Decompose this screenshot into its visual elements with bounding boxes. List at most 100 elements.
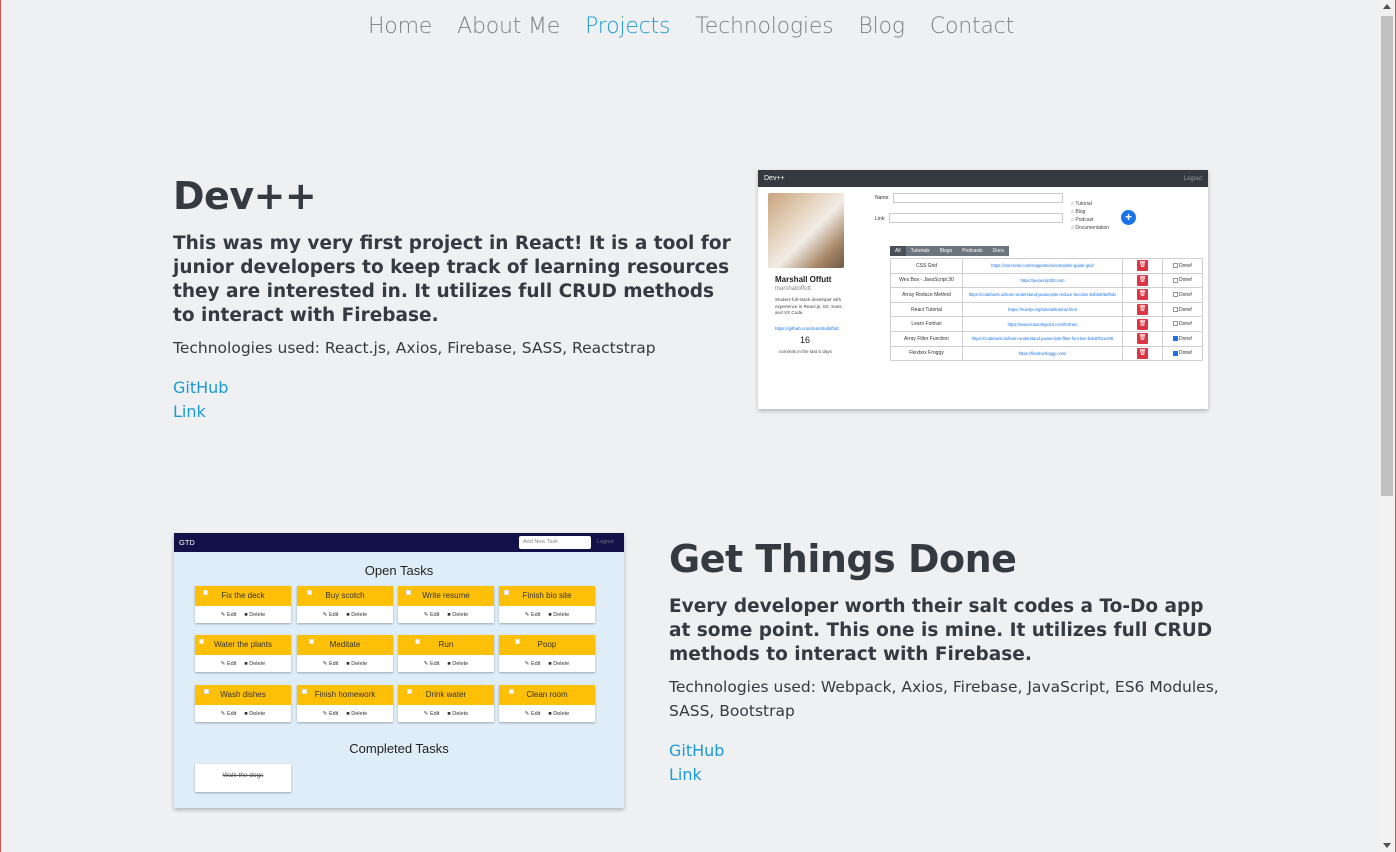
delete-button: ■ Delete — [346, 611, 368, 618]
resource-title: CSS Grid — [890, 258, 963, 274]
task-actions: ✎ Edit ■ Delete — [499, 606, 595, 623]
delete-button: ■ Delete — [548, 611, 570, 618]
task-actions: ✎ Edit ■ Delete — [297, 606, 393, 623]
trash-icon: ■ — [447, 660, 451, 667]
radio-documentation: ○ Documentation — [1071, 225, 1110, 231]
done-cell: Done! — [1162, 258, 1203, 274]
tab-docs: Docs — [992, 248, 1005, 254]
project-link[interactable]: Link — [669, 763, 1219, 787]
resource-url: https://www.tutorialspoint.com/fortran/ — [962, 316, 1123, 332]
resource-url: https://flexboxfroggy.com/ — [962, 345, 1123, 362]
checkbox-icon — [1172, 335, 1178, 341]
scrollbar-thumb[interactable] — [1381, 16, 1393, 496]
project-gtd-info: Get Things Done Every developer worth th… — [669, 537, 1219, 787]
tab-blogs: Blogs — [939, 248, 953, 254]
done-cell: Done! — [1162, 301, 1203, 318]
edit-button: ✎ Edit — [322, 710, 339, 717]
done-label: Done! — [1179, 262, 1193, 269]
trash-icon: 🗑 — [1137, 318, 1148, 330]
resource-row: Wes Bos - JavaScript 30 https://javascrip… — [890, 272, 1203, 289]
done-cell: Done! — [1162, 330, 1203, 347]
task-card: Run ✎ Edit ■ Delete — [398, 635, 494, 672]
resource-row: CSS Grid https://css-tricks.com/snippets/… — [890, 258, 1203, 274]
page-scrollbar[interactable] — [1379, 0, 1395, 852]
edit-icon: ✎ — [322, 660, 328, 667]
trash-icon: 🗑 — [1137, 260, 1148, 272]
trash-icon: ■ — [447, 710, 451, 717]
task-header: Finish homework — [297, 685, 393, 705]
profile-photo — [768, 193, 844, 268]
delete-button: ■ Delete — [548, 660, 570, 667]
task-card: Finish homework ✎ Edit ■ Delete — [297, 685, 393, 722]
trash-icon: ■ — [548, 710, 552, 717]
trash-icon: ■ — [244, 660, 248, 667]
main-nav: Home About Me Projects Technologies Blog… — [1, 14, 1381, 39]
tab-all: All — [890, 246, 906, 256]
task-actions: ✎ Edit ■ Delete — [398, 705, 494, 722]
completed-task-card: Walk the dogs — [195, 764, 291, 792]
radio-podcast: ○ Podcast — [1071, 217, 1094, 223]
project-links: GitHub Link — [173, 376, 733, 424]
project-technologies: Technologies used: Webpack, Axios, Fireb… — [669, 678, 1219, 720]
delete-button: ■ Delete — [346, 660, 368, 667]
edit-icon: ✎ — [524, 710, 530, 717]
link-input — [889, 213, 1063, 223]
github-link[interactable]: GitHub — [669, 739, 1219, 763]
profile-bio: Student full-stack developer with experi… — [775, 297, 843, 315]
screenshot-logout: Logout — [597, 539, 614, 545]
checkbox-icon — [515, 639, 520, 644]
project-links: GitHub Link — [669, 739, 1219, 787]
resource-url: https://codeburst.io/learn-understand-ja… — [962, 287, 1123, 303]
name-label: Name: — [875, 195, 890, 201]
trash-icon: ■ — [548, 611, 552, 618]
checkbox-icon — [406, 590, 411, 595]
nav-projects[interactable]: Projects — [585, 14, 670, 39]
resource-url: https://reactjs.org/tutorial/tutorial.ht… — [962, 301, 1123, 318]
trash-icon: 🗑 — [1137, 289, 1148, 301]
task-label: Finish homework — [314, 690, 376, 699]
delete-button: ■ Delete — [244, 660, 266, 667]
profile-github-url: https://github.com/marshalloffutt — [775, 326, 839, 331]
delete-cell: 🗑 — [1122, 258, 1163, 274]
nav-about-me[interactable]: About Me — [457, 14, 560, 39]
done-label: Done! — [1179, 306, 1193, 313]
scroll-down-icon[interactable] — [1383, 843, 1391, 848]
task-card: Write resume ✎ Edit ■ Delete — [398, 586, 494, 623]
delete-cell: 🗑 — [1122, 272, 1163, 289]
done-label: Done! — [1179, 277, 1193, 284]
edit-icon: ✎ — [220, 710, 226, 717]
nav-technologies[interactable]: Technologies — [695, 14, 833, 39]
resource-url: https://css-tricks.com/snippets/css/comp… — [962, 258, 1123, 274]
project-link[interactable]: Link — [173, 400, 733, 424]
task-header: Poop — [499, 635, 595, 655]
task-card: Clean room ✎ Edit ■ Delete — [499, 685, 595, 722]
profile-name: Marshall Offutt — [775, 275, 832, 284]
checkbox-icon — [199, 639, 204, 644]
task-label: Meditate — [329, 640, 361, 649]
nav-blog[interactable]: Blog — [858, 14, 905, 39]
checkbox-icon — [504, 590, 509, 595]
delete-button: ■ Delete — [447, 611, 469, 618]
project-gtd-screenshot: GTD Add New Task Logout Open Tasks Fix t… — [174, 533, 624, 808]
scroll-up-icon[interactable] — [1383, 4, 1391, 9]
edit-icon: ✎ — [524, 660, 530, 667]
task-card: Buy scotch ✎ Edit ■ Delete — [297, 586, 393, 623]
nav-home[interactable]: Home — [368, 14, 432, 39]
task-card: Meditate ✎ Edit ■ Delete — [297, 635, 393, 672]
checkbox-icon — [509, 689, 514, 694]
nav-contact[interactable]: Contact — [930, 14, 1014, 39]
task-header: Wash dishes — [195, 685, 291, 705]
checkbox-icon — [1172, 306, 1178, 312]
trash-icon: ■ — [548, 660, 552, 667]
task-actions: ✎ Edit ■ Delete — [499, 705, 595, 722]
checkbox-icon — [1172, 277, 1178, 283]
task-label: Poop — [537, 640, 557, 649]
github-link[interactable]: GitHub — [173, 376, 733, 400]
task-header: Write resume — [398, 586, 494, 606]
task-actions: ✎ Edit ■ Delete — [195, 606, 291, 623]
edit-button: ✎ Edit — [423, 611, 440, 618]
delete-button: ■ Delete — [244, 710, 266, 717]
trash-icon: 🗑 — [1137, 333, 1148, 345]
resource-row: Flexbox Froggy https://flexboxfroggy.com/… — [890, 345, 1203, 362]
delete-button: ■ Delete — [447, 710, 469, 717]
